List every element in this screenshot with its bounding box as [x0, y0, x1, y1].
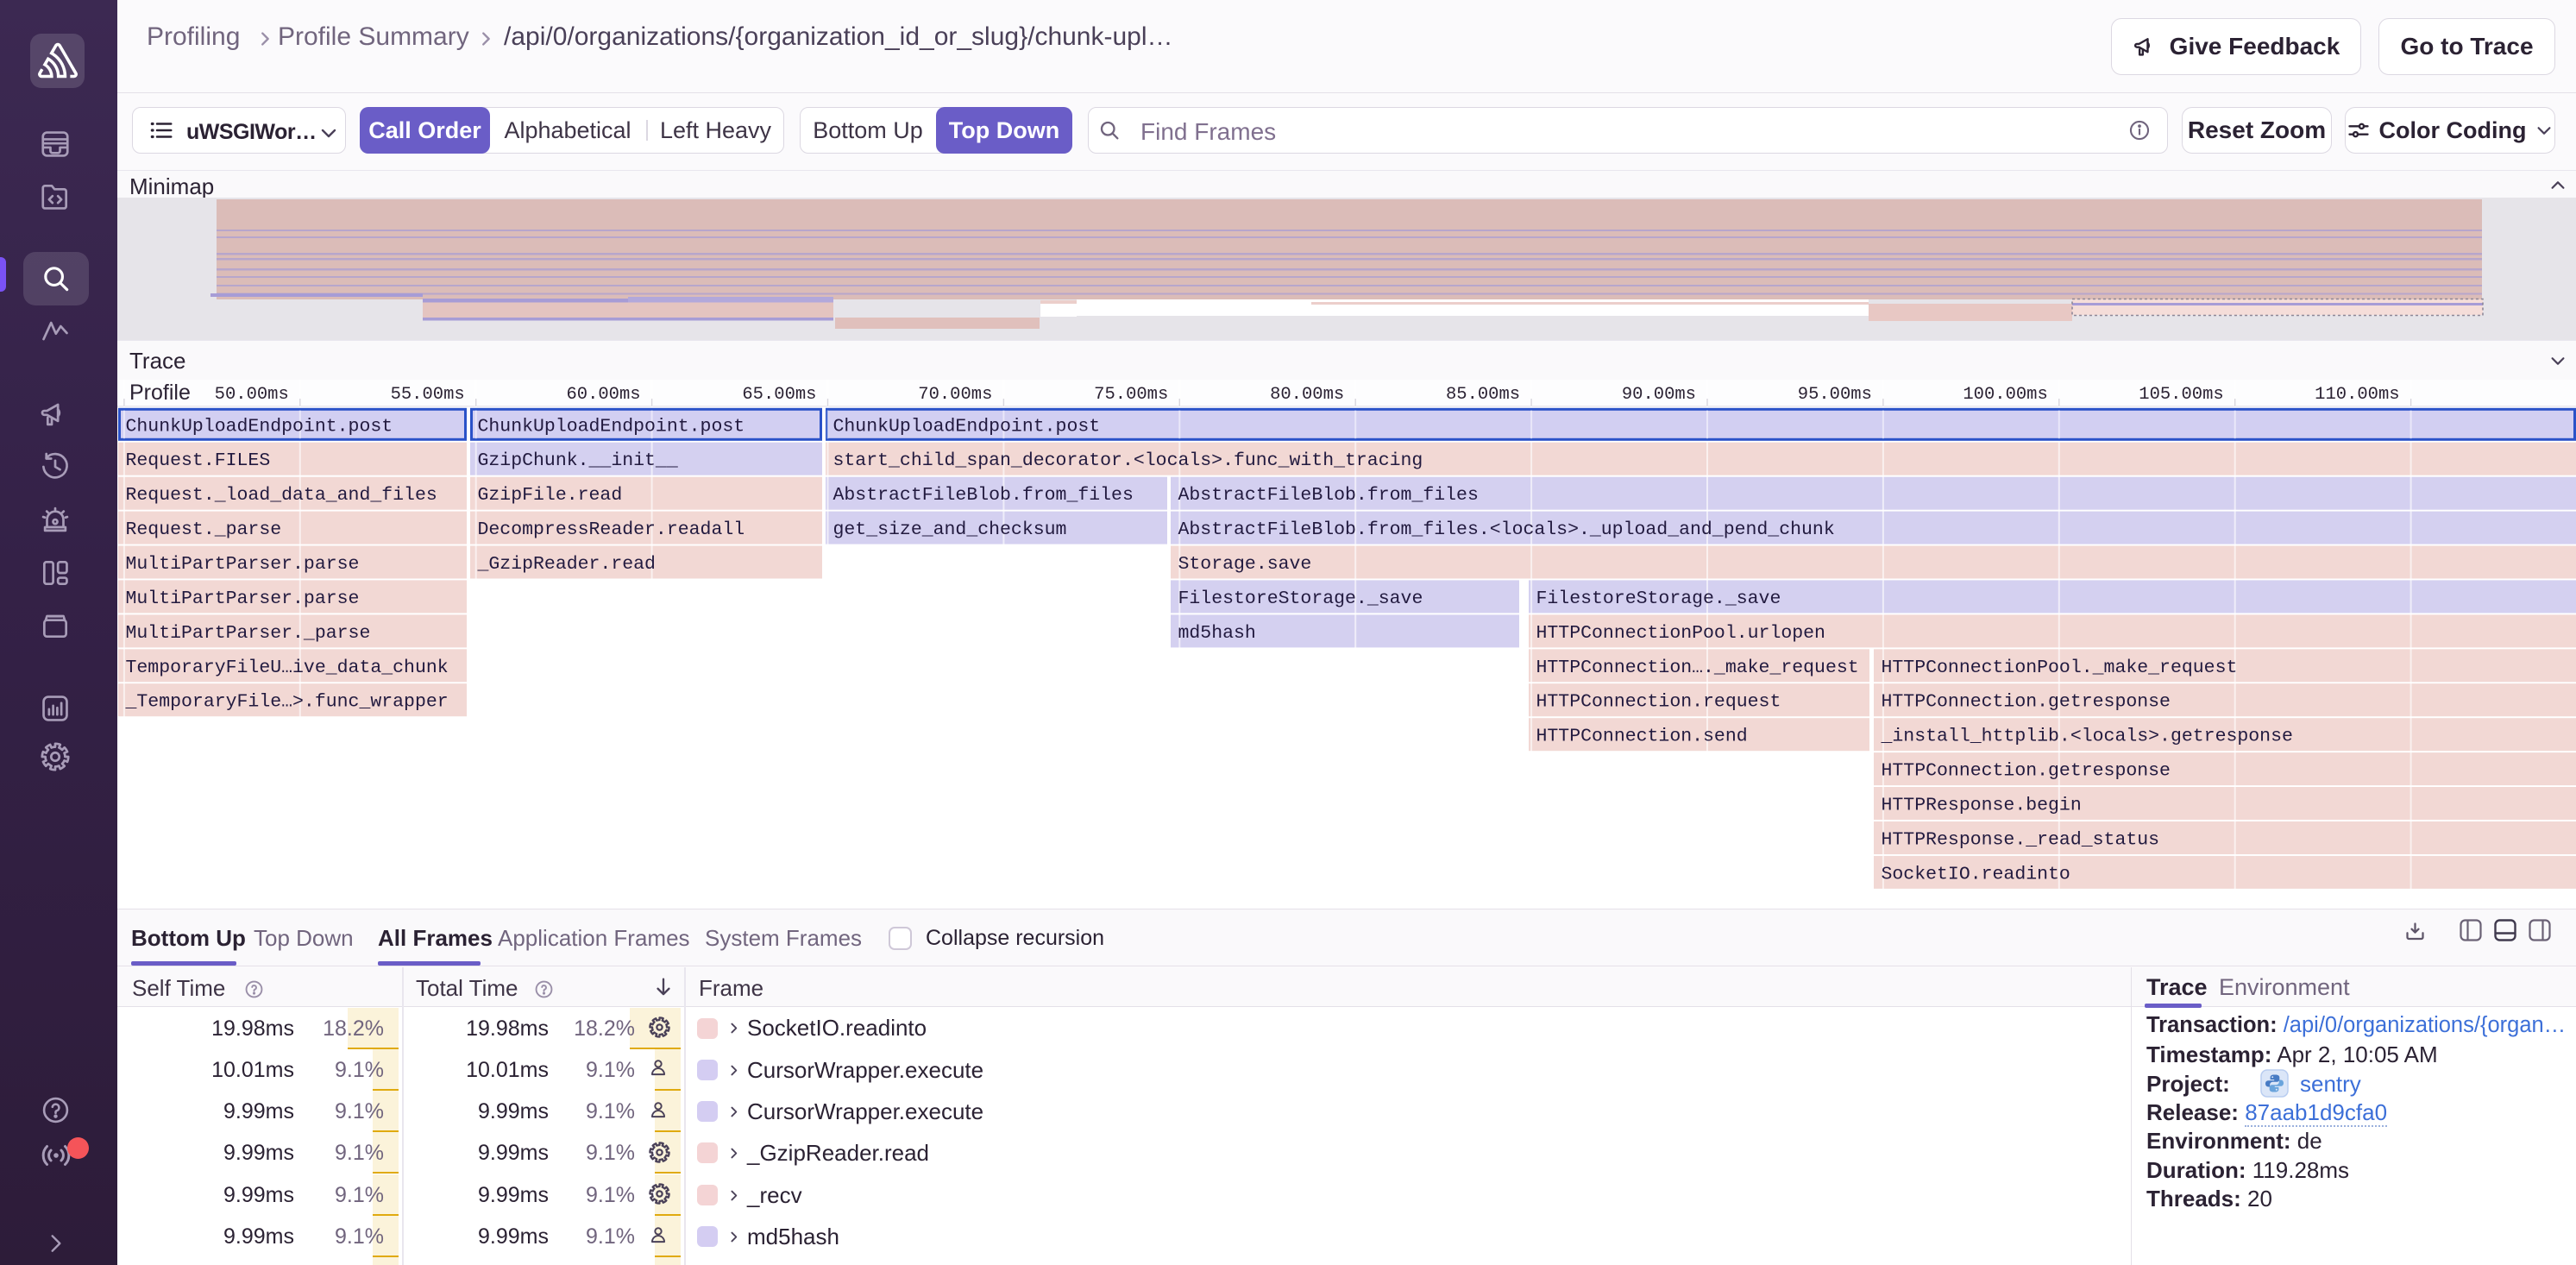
svg-text:GzipFile.read: GzipFile.read	[478, 485, 623, 506]
svg-text:GzipChunk.__init__: GzipChunk.__init__	[478, 450, 678, 471]
svg-text:FilestoreStorage._save: FilestoreStorage._save	[1536, 588, 1781, 609]
svg-text:Request._parse: Request._parse	[126, 519, 282, 540]
svg-text:ChunkUploadEndpoint.post: ChunkUploadEndpoint.post	[833, 416, 1101, 437]
svg-text:110.00ms: 110.00ms	[2315, 385, 2399, 405]
svg-text:HTTPConnection…._make_request: HTTPConnection…._make_request	[1536, 658, 1859, 678]
svg-text:HTTPResponse.begin: HTTPResponse.begin	[1882, 796, 2082, 816]
svg-text:MultiPartParser.parse: MultiPartParser.parse	[126, 554, 360, 575]
svg-text:ChunkUploadEndpoint.post: ChunkUploadEndpoint.post	[126, 416, 393, 437]
svg-text:60.00ms: 60.00ms	[566, 385, 640, 405]
svg-text:DecompressReader.readall: DecompressReader.readall	[478, 519, 745, 540]
svg-text:FilestoreStorage._save: FilestoreStorage._save	[1178, 588, 1423, 609]
svg-text:Request._load_data_and_files: Request._load_data_and_files	[126, 485, 437, 506]
svg-text:_GzipReader.read: _GzipReader.read	[477, 554, 656, 575]
svg-text:HTTPConnection.getresponse: HTTPConnection.getresponse	[1882, 761, 2171, 782]
svg-text:80.00ms: 80.00ms	[1270, 385, 1344, 405]
svg-text:MultiPartParser._parse: MultiPartParser._parse	[126, 623, 371, 644]
svg-text:_install_httplib.<locals>.getr: _install_httplib.<locals>.getresponse	[1881, 727, 2293, 747]
svg-text:65.00ms: 65.00ms	[742, 385, 816, 405]
svg-text:105.00ms: 105.00ms	[2139, 385, 2223, 405]
svg-text:AbstractFileBlob.from_files: AbstractFileBlob.from_files	[1178, 485, 1479, 506]
svg-text:_TemporaryFile…>.func_wrapper: _TemporaryFile…>.func_wrapper	[125, 692, 449, 713]
svg-text:TemporaryFileU…ive_data_chunk: TemporaryFileU…ive_data_chunk	[126, 658, 449, 678]
svg-text:100.00ms: 100.00ms	[1963, 385, 2047, 405]
svg-text:90.00ms: 90.00ms	[1622, 385, 1696, 405]
svg-text:HTTPConnectionPool._make_reque: HTTPConnectionPool._make_request	[1882, 658, 2238, 678]
svg-text:HTTPConnectionPool.urlopen: HTTPConnectionPool.urlopen	[1536, 623, 1825, 644]
svg-text:get_size_and_checksum: get_size_and_checksum	[833, 519, 1067, 540]
svg-text:70.00ms: 70.00ms	[918, 385, 992, 405]
svg-text:75.00ms: 75.00ms	[1094, 385, 1168, 405]
svg-text:md5hash: md5hash	[1178, 623, 1256, 644]
svg-text:85.00ms: 85.00ms	[1446, 385, 1520, 405]
svg-text:HTTPConnection.request: HTTPConnection.request	[1536, 692, 1781, 713]
svg-text:HTTPConnection.getresponse: HTTPConnection.getresponse	[1882, 692, 2171, 713]
svg-text:ChunkUploadEndpoint.post: ChunkUploadEndpoint.post	[478, 416, 745, 437]
svg-text:50.00ms: 50.00ms	[215, 385, 289, 405]
svg-text:HTTPResponse._read_status: HTTPResponse._read_status	[1882, 830, 2160, 851]
svg-text:AbstractFileBlob.from_files.<l: AbstractFileBlob.from_files.<locals>._up…	[1178, 519, 1835, 540]
svg-text:start_child_span_decorator.<lo: start_child_span_decorator.<locals>.func…	[833, 450, 1423, 471]
svg-text:55.00ms: 55.00ms	[391, 385, 465, 405]
svg-text:Request.FILES: Request.FILES	[126, 450, 271, 471]
svg-text:Profile: Profile	[129, 381, 191, 405]
svg-text:MultiPartParser.parse: MultiPartParser.parse	[126, 588, 360, 609]
svg-text:SocketIO.readinto: SocketIO.readinto	[1882, 864, 2070, 884]
svg-text:95.00ms: 95.00ms	[1798, 385, 1872, 405]
svg-text:HTTPConnection.send: HTTPConnection.send	[1536, 727, 1748, 747]
svg-text:AbstractFileBlob.from_files: AbstractFileBlob.from_files	[833, 485, 1134, 506]
svg-text:Storage.save: Storage.save	[1178, 554, 1312, 575]
